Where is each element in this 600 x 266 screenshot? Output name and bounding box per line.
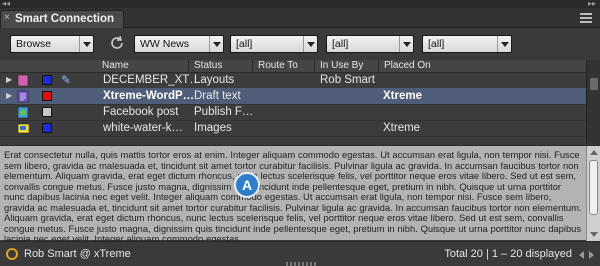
- callout-badge: A: [234, 172, 260, 198]
- tab-label: Smart Connection: [15, 13, 115, 25]
- row-status: Layouts: [194, 74, 235, 86]
- table-scrollbar[interactable]: [586, 60, 600, 144]
- status-user: Rob Smart @ xTreme: [24, 248, 131, 260]
- table-row-selected[interactable]: ▶ Xtreme-WordP… Draft text Xtreme: [0, 88, 586, 105]
- next-page-icon[interactable]: [589, 251, 594, 259]
- expand-panel-icon[interactable]: ▸▸: [588, 0, 596, 8]
- close-icon[interactable]: ×: [4, 12, 10, 23]
- preview-scrollbar[interactable]: [586, 146, 600, 241]
- chevron-down-icon: [497, 36, 511, 52]
- row-status: Draft text: [194, 90, 241, 102]
- column-header-placed-on[interactable]: Placed On: [378, 60, 431, 72]
- color-label-swatch: [42, 123, 52, 133]
- text-preview-pane: Erat consectetur nulla, quis mattis tort…: [0, 145, 600, 244]
- row-name: white-water-k…: [103, 122, 183, 134]
- expand-row-icon[interactable]: ▶: [6, 75, 12, 84]
- filter-select-3[interactable]: [all]: [422, 35, 512, 53]
- filter-select-1-value: [all]: [236, 38, 253, 50]
- panel-menu-icon[interactable]: [580, 13, 592, 23]
- layout-file-icon: [17, 74, 29, 87]
- column-header-route-to[interactable]: Route To: [252, 60, 298, 72]
- filter-select-1[interactable]: [all]: [230, 35, 318, 53]
- column-header-status[interactable]: Status: [188, 60, 222, 72]
- color-label-swatch: [42, 75, 52, 85]
- table-scrollbar-thumb[interactable]: [590, 78, 598, 90]
- pencil-icon: ✎: [61, 73, 72, 87]
- table-row[interactable]: ▶ ✎ DECEMBER_XT… Layouts Rob Smart: [0, 72, 586, 89]
- view-select-value: Browse: [16, 38, 52, 50]
- toolbar: Browse WW News [all] [all] [all]: [0, 29, 600, 59]
- view-select[interactable]: Browse: [10, 35, 94, 53]
- filter-select-2[interactable]: [all]: [326, 35, 414, 53]
- row-name: Xtreme-WordP…: [103, 90, 195, 102]
- filter-select-3-value: [all]: [428, 38, 445, 50]
- chevron-down-icon: [399, 36, 413, 52]
- color-label-swatch: [42, 107, 52, 117]
- scroll-down-icon[interactable]: [590, 232, 598, 237]
- status-count: Total 20 | 1 – 20 displayed: [444, 248, 572, 260]
- row-in-use-by: Rob Smart: [320, 74, 375, 86]
- status-bar: Rob Smart @ xTreme Total 20 | 1 – 20 dis…: [0, 241, 600, 266]
- brand-select[interactable]: WW News: [134, 35, 224, 53]
- collapse-panel-icon[interactable]: ◂◂: [2, 0, 10, 8]
- resize-grip[interactable]: [286, 262, 316, 266]
- file-table: Name Status Route To In Use By Placed On…: [0, 60, 600, 144]
- previous-page-icon[interactable]: [579, 251, 584, 259]
- preview-text: Erat consectetur nulla, quis mattis tort…: [4, 149, 582, 244]
- scroll-up-icon[interactable]: [590, 150, 598, 155]
- row-placed-on: Xtreme: [383, 90, 422, 102]
- column-header-name[interactable]: Name: [102, 60, 129, 72]
- connection-status-icon: [6, 248, 18, 260]
- chevron-down-icon: [79, 36, 93, 52]
- chevron-down-icon: [303, 36, 317, 52]
- chevron-down-icon: [209, 36, 223, 52]
- image-file-icon: [17, 123, 29, 134]
- row-name: Facebook post: [103, 106, 179, 118]
- color-label-swatch: [42, 91, 52, 101]
- facebook-file-icon: [17, 106, 29, 119]
- row-placed-on: Xtreme: [383, 122, 421, 134]
- tab-smart-connection[interactable]: × Smart Connection: [0, 10, 124, 28]
- smart-connection-panel: ◂◂ ▸▸ × Smart Connection Browse WW News …: [0, 0, 600, 266]
- filter-select-2-value: [all]: [332, 38, 349, 50]
- table-row[interactable]: Facebook post Publish F…: [0, 104, 586, 121]
- panel-titlebar: × Smart Connection: [0, 8, 600, 28]
- refresh-icon[interactable]: [108, 34, 126, 52]
- panel-top-strip: ◂◂ ▸▸: [0, 0, 600, 8]
- row-name: DECEMBER_XT…: [103, 74, 201, 86]
- brand-select-value: WW News: [140, 38, 189, 50]
- expand-row-icon[interactable]: ▶: [6, 91, 12, 100]
- column-header-in-use-by[interactable]: In Use By: [314, 60, 363, 72]
- preview-scrollbar-thumb[interactable]: [589, 160, 598, 215]
- article-file-icon: [17, 90, 29, 103]
- row-status: Images: [194, 122, 232, 134]
- table-row[interactable]: white-water-k… Images Xtreme: [0, 120, 586, 137]
- row-status: Publish F…: [194, 106, 254, 118]
